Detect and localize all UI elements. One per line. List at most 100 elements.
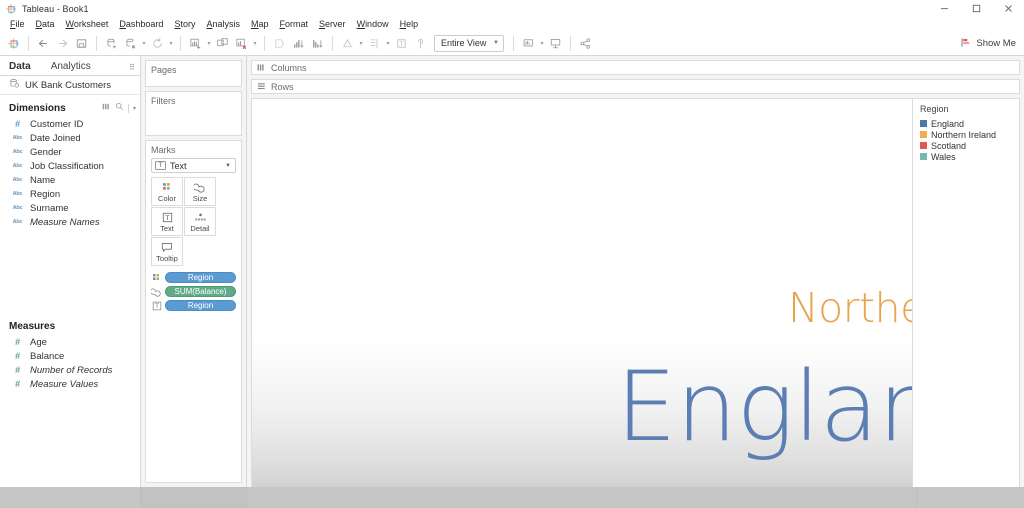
legend-item-wales[interactable]: Wales	[920, 151, 1019, 162]
number-measure-icon: #	[11, 339, 24, 345]
marks-encoding-pills: Region SUM(Balance) T Region	[146, 266, 241, 311]
measure-balance[interactable]: # Balance	[0, 349, 140, 363]
show-mark-labels-icon[interactable]: T	[392, 34, 411, 53]
legend-label: Scotland	[931, 141, 966, 151]
clear-sheet-icon[interactable]	[232, 34, 251, 53]
abc-field-icon: Abc	[11, 191, 24, 197]
add-data-source-icon[interactable]	[102, 34, 121, 53]
abc-field-icon: Abc	[11, 135, 24, 141]
chevron-down-icon[interactable]: ▾	[538, 34, 546, 53]
chevron-down-icon[interactable]: ▾	[251, 34, 259, 53]
legend-item-northern-ireland[interactable]: Northern Ireland	[920, 129, 1019, 140]
chevron-down-icon[interactable]: ▾	[205, 34, 213, 53]
number-field-icon: #	[11, 121, 24, 127]
legend-item-scotland[interactable]: Scotland	[920, 140, 1019, 151]
dimension-customer-id[interactable]: # Customer ID	[0, 117, 140, 131]
marks-size-button[interactable]: Size	[184, 177, 216, 206]
chevron-down-icon[interactable]: ▾	[167, 34, 175, 53]
menu-worksheet[interactable]: Worksheet	[61, 17, 115, 31]
maximize-button[interactable]	[960, 0, 992, 17]
menu-bar: File Data Worksheet Dashboard Story Anal…	[0, 17, 1024, 31]
menu-analysis[interactable]: Analysis	[201, 17, 246, 31]
word-cloud-mark-scotland[interactable]: Scotland	[836, 480, 912, 487]
menu-map[interactable]: Map	[246, 17, 275, 31]
show-me-panel-icon[interactable]	[546, 34, 565, 53]
dimension-job-classification[interactable]: Abc Job Classification	[0, 159, 140, 173]
dimension-gender[interactable]: Abc Gender	[0, 145, 140, 159]
dimension-measure-names[interactable]: Abc Measure Names	[0, 215, 140, 229]
measures-header: Measures	[0, 317, 140, 335]
search-icon[interactable]	[115, 102, 124, 114]
abc-field-icon: Abc	[11, 219, 24, 225]
legend-label: Wales	[931, 152, 956, 162]
marks-detail-button[interactable]: Detail	[184, 207, 216, 236]
dimension-region[interactable]: Abc Region	[0, 187, 140, 201]
data-source-item[interactable]: UK Bank Customers	[0, 76, 140, 95]
show-me-button[interactable]: Show Me	[960, 31, 1016, 56]
pill-region-text[interactable]: Region	[165, 300, 236, 311]
measure-measure-values[interactable]: # Measure Values	[0, 377, 140, 391]
menu-help[interactable]: Help	[395, 17, 425, 31]
word-cloud-mark-northern-ireland[interactable]: Northern Ireland	[788, 284, 912, 332]
new-worksheet-icon[interactable]	[186, 34, 205, 53]
columns-icon	[257, 59, 266, 77]
pill-sum-balance-size[interactable]: SUM(Balance)	[165, 286, 236, 297]
pane-menu-icon[interactable]: ⠿	[129, 63, 135, 72]
forward-arrow-icon[interactable]	[53, 34, 72, 53]
marks-tooltip-button[interactable]: Tooltip	[151, 237, 183, 266]
data-source-label: UK Bank Customers	[25, 80, 111, 91]
dimension-name[interactable]: Abc Name	[0, 173, 140, 187]
highlight-icon[interactable]	[338, 34, 357, 53]
save-icon[interactable]	[72, 34, 91, 53]
pill-region-color[interactable]: Region	[165, 272, 236, 283]
marks-color-button[interactable]: Color	[151, 177, 183, 206]
number-measure-icon: #	[11, 353, 24, 359]
mark-type-dropdown[interactable]: T Text ▼	[151, 158, 236, 173]
refresh-data-source-icon[interactable]	[121, 34, 140, 53]
rows-shelf[interactable]: Rows	[251, 79, 1020, 94]
menu-format[interactable]: Format	[275, 17, 315, 31]
menu-file[interactable]: File	[5, 17, 31, 31]
share-icon[interactable]	[576, 34, 595, 53]
tab-data[interactable]: Data	[9, 61, 31, 75]
measure-number-of-records[interactable]: # Number of Records	[0, 363, 140, 377]
chevron-down-icon[interactable]: ▾	[133, 105, 136, 112]
menu-server[interactable]: Server	[314, 17, 352, 31]
fit-dropdown[interactable]: Entire View ▼	[434, 35, 504, 52]
swap-rows-columns-icon[interactable]	[270, 34, 289, 53]
legend-item-england[interactable]: England	[920, 118, 1019, 129]
menu-data[interactable]: Data	[31, 17, 61, 31]
columns-shelf[interactable]: Columns	[251, 60, 1020, 75]
toolbar-divider	[570, 36, 571, 51]
fix-axes-icon[interactable]	[411, 34, 430, 53]
group-members-icon[interactable]	[365, 34, 384, 53]
new-dashboard-icon[interactable]	[213, 34, 232, 53]
dimension-date-joined[interactable]: Abc Date Joined	[0, 131, 140, 145]
tableau-home-icon[interactable]	[4, 34, 23, 53]
chevron-down-icon[interactable]: ▾	[384, 34, 392, 53]
marks-color-label: Color	[158, 195, 176, 203]
dimensions-header: Dimensions ▾	[0, 99, 140, 117]
word-cloud-mark-england[interactable]: England	[616, 351, 912, 463]
sort-descending-icon[interactable]	[308, 34, 327, 53]
presentation-mode-icon[interactable]	[519, 34, 538, 53]
close-button[interactable]	[992, 0, 1024, 17]
menu-dashboard[interactable]: Dashboard	[114, 17, 169, 31]
menu-window[interactable]: Window	[352, 17, 395, 31]
dimension-surname[interactable]: Abc Surname	[0, 201, 140, 215]
menu-story[interactable]: Story	[169, 17, 201, 31]
marks-text-button[interactable]: T Text	[151, 207, 183, 236]
sort-ascending-icon[interactable]	[289, 34, 308, 53]
tab-analytics[interactable]: Analytics	[51, 61, 91, 75]
chevron-down-icon[interactable]: ▾	[140, 34, 148, 53]
pages-shelf[interactable]: Pages	[145, 60, 242, 87]
show-me-icon	[960, 37, 971, 51]
undo-refresh-icon[interactable]	[148, 34, 167, 53]
chevron-down-icon[interactable]: ▾	[357, 34, 365, 53]
minimize-button[interactable]	[928, 0, 960, 17]
word-cloud-canvas[interactable]: Wales Northern Ireland England Scotland	[252, 99, 912, 487]
filters-shelf[interactable]: Filters	[145, 91, 242, 136]
measure-age[interactable]: # Age	[0, 335, 140, 349]
grid-view-icon[interactable]	[102, 102, 111, 114]
back-arrow-icon[interactable]	[34, 34, 53, 53]
